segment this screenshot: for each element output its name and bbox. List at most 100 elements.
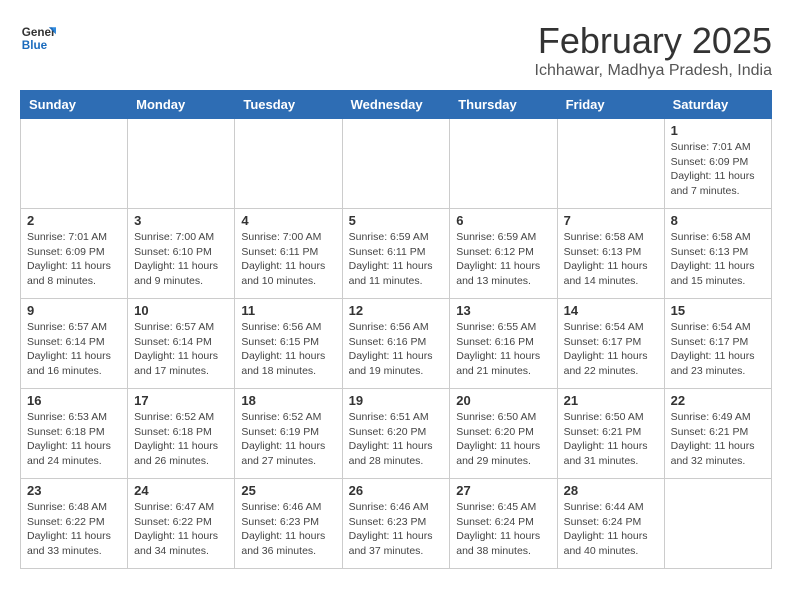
day-number: 25 <box>241 483 335 498</box>
day-info: Sunrise: 6:50 AMSunset: 6:21 PMDaylight:… <box>564 410 658 469</box>
day-info: Sunrise: 6:59 AMSunset: 6:11 PMDaylight:… <box>349 230 444 289</box>
calendar-cell: 26 Sunrise: 6:46 AMSunset: 6:23 PMDayligh… <box>342 479 450 569</box>
weekday-header-row: SundayMondayTuesdayWednesdayThursdayFrid… <box>21 91 772 119</box>
day-info: Sunrise: 6:52 AMSunset: 6:19 PMDaylight:… <box>241 410 335 469</box>
calendar-week-3: 9Sunrise: 6:57 AMSunset: 6:14 PMDaylight… <box>21 299 772 389</box>
calendar-cell: 6Sunrise: 6:59 AMSunset: 6:12 PMDaylight… <box>450 209 557 299</box>
calendar-cell: 5 Sunrise: 6:59 AMSunset: 6:11 PMDaylight… <box>342 209 450 299</box>
calendar-cell: 25 Sunrise: 6:46 AMSunset: 6:23 PMDayligh… <box>235 479 342 569</box>
calendar-cell: 23 Sunrise: 6:48 AMSunset: 6:22 PMDayligh… <box>21 479 128 569</box>
calendar-cell: 16Sunrise: 6:53 AMSunset: 6:18 PMDayligh… <box>21 389 128 479</box>
day-info: Sunrise: 6:57 AMSunset: 6:14 PMDaylight:… <box>27 320 121 379</box>
calendar-table: SundayMondayTuesdayWednesdayThursdayFrid… <box>20 90 772 569</box>
calendar-cell: 10Sunrise: 6:57 AMSunset: 6:14 PMDayligh… <box>128 299 235 389</box>
day-info: Sunrise: 6:52 AMSunset: 6:18 PMDaylight:… <box>134 410 228 469</box>
day-number: 18 <box>241 393 335 408</box>
calendar-cell <box>235 119 342 209</box>
calendar-week-1: 1Sunrise: 7:01 AMSunset: 6:09 PMDaylight… <box>21 119 772 209</box>
day-info: Sunrise: 7:00 AMSunset: 6:11 PMDaylight:… <box>241 230 335 289</box>
day-info: Sunrise: 6:48 AMSunset: 6:22 PMDaylight:… <box>27 500 121 559</box>
day-number: 4 <box>241 213 335 228</box>
day-number: 19 <box>349 393 444 408</box>
calendar-cell: 17 Sunrise: 6:52 AMSunset: 6:18 PMDayligh… <box>128 389 235 479</box>
day-info: Sunrise: 6:51 AMSunset: 6:20 PMDaylight:… <box>349 410 444 469</box>
calendar-cell: 1Sunrise: 7:01 AMSunset: 6:09 PMDaylight… <box>664 119 771 209</box>
day-info: Sunrise: 6:49 AMSunset: 6:21 PMDaylight:… <box>671 410 765 469</box>
day-number: 28 <box>564 483 658 498</box>
calendar-cell: 28 Sunrise: 6:44 AMSunset: 6:24 PMDayligh… <box>557 479 664 569</box>
day-number: 3 <box>134 213 228 228</box>
calendar-cell <box>342 119 450 209</box>
day-info: Sunrise: 6:56 AMSunset: 6:16 PMDaylight:… <box>349 320 444 379</box>
calendar-cell: 22 Sunrise: 6:49 AMSunset: 6:21 PMDayligh… <box>664 389 771 479</box>
calendar-cell: 11Sunrise: 6:56 AMSunset: 6:15 PMDayligh… <box>235 299 342 389</box>
weekday-header-monday: Monday <box>128 91 235 119</box>
day-number: 20 <box>456 393 550 408</box>
day-number: 23 <box>27 483 121 498</box>
day-info: Sunrise: 6:55 AMSunset: 6:16 PMDaylight:… <box>456 320 550 379</box>
title-section: February 2025 Ichhawar, Madhya Pradesh, … <box>535 20 772 80</box>
weekday-header-thursday: Thursday <box>450 91 557 119</box>
day-number: 17 <box>134 393 228 408</box>
calendar-week-4: 16Sunrise: 6:53 AMSunset: 6:18 PMDayligh… <box>21 389 772 479</box>
day-number: 27 <box>456 483 550 498</box>
day-info: Sunrise: 6:46 AMSunset: 6:23 PMDaylight:… <box>349 500 444 559</box>
day-number: 1 <box>671 123 765 138</box>
day-info: Sunrise: 6:44 AMSunset: 6:24 PMDaylight:… <box>564 500 658 559</box>
day-number: 15 <box>671 303 765 318</box>
day-number: 26 <box>349 483 444 498</box>
day-info: Sunrise: 6:58 AMSunset: 6:13 PMDaylight:… <box>564 230 658 289</box>
day-info: Sunrise: 7:01 AMSunset: 6:09 PMDaylight:… <box>27 230 121 289</box>
calendar-cell: 7 Sunrise: 6:58 AMSunset: 6:13 PMDaylight… <box>557 209 664 299</box>
day-info: Sunrise: 6:47 AMSunset: 6:22 PMDaylight:… <box>134 500 228 559</box>
day-number: 6 <box>456 213 550 228</box>
calendar-cell: 15 Sunrise: 6:54 AMSunset: 6:17 PMDayligh… <box>664 299 771 389</box>
day-info: Sunrise: 6:45 AMSunset: 6:24 PMDaylight:… <box>456 500 550 559</box>
day-info: Sunrise: 6:46 AMSunset: 6:23 PMDaylight:… <box>241 500 335 559</box>
page-header: General Blue February 2025 Ichhawar, Mad… <box>20 20 772 80</box>
calendar-cell: 4 Sunrise: 7:00 AMSunset: 6:11 PMDaylight… <box>235 209 342 299</box>
calendar-cell <box>21 119 128 209</box>
day-number: 11 <box>241 303 335 318</box>
calendar-cell: 20 Sunrise: 6:50 AMSunset: 6:20 PMDayligh… <box>450 389 557 479</box>
day-number: 16 <box>27 393 121 408</box>
calendar-week-5: 23 Sunrise: 6:48 AMSunset: 6:22 PMDayligh… <box>21 479 772 569</box>
weekday-header-tuesday: Tuesday <box>235 91 342 119</box>
day-number: 5 <box>349 213 444 228</box>
location: Ichhawar, Madhya Pradesh, India <box>535 62 772 80</box>
day-number: 8 <box>671 213 765 228</box>
weekday-header-saturday: Saturday <box>664 91 771 119</box>
calendar-cell: 14 Sunrise: 6:54 AMSunset: 6:17 PMDayligh… <box>557 299 664 389</box>
day-number: 21 <box>564 393 658 408</box>
calendar-cell <box>664 479 771 569</box>
calendar-cell <box>557 119 664 209</box>
day-info: Sunrise: 7:00 AMSunset: 6:10 PMDaylight:… <box>134 230 228 289</box>
calendar-cell: 19 Sunrise: 6:51 AMSunset: 6:20 PMDayligh… <box>342 389 450 479</box>
day-info: Sunrise: 6:58 AMSunset: 6:13 PMDaylight:… <box>671 230 765 289</box>
calendar-cell <box>128 119 235 209</box>
calendar-cell: 8 Sunrise: 6:58 AMSunset: 6:13 PMDaylight… <box>664 209 771 299</box>
day-number: 13 <box>456 303 550 318</box>
calendar-cell: 21 Sunrise: 6:50 AMSunset: 6:21 PMDayligh… <box>557 389 664 479</box>
calendar-cell: 12Sunrise: 6:56 AMSunset: 6:16 PMDayligh… <box>342 299 450 389</box>
calendar-cell: 9Sunrise: 6:57 AMSunset: 6:14 PMDaylight… <box>21 299 128 389</box>
day-number: 2 <box>27 213 121 228</box>
day-number: 22 <box>671 393 765 408</box>
day-info: Sunrise: 6:57 AMSunset: 6:14 PMDaylight:… <box>134 320 228 379</box>
weekday-header-friday: Friday <box>557 91 664 119</box>
day-number: 14 <box>564 303 658 318</box>
day-number: 7 <box>564 213 658 228</box>
day-info: Sunrise: 6:54 AMSunset: 6:17 PMDaylight:… <box>564 320 658 379</box>
calendar-cell: 27 Sunrise: 6:45 AMSunset: 6:24 PMDayligh… <box>450 479 557 569</box>
day-number: 24 <box>134 483 228 498</box>
weekday-header-sunday: Sunday <box>21 91 128 119</box>
calendar-cell <box>450 119 557 209</box>
day-info: Sunrise: 6:50 AMSunset: 6:20 PMDaylight:… <box>456 410 550 469</box>
calendar-cell: 2 Sunrise: 7:01 AMSunset: 6:09 PMDaylight… <box>21 209 128 299</box>
day-info: Sunrise: 6:54 AMSunset: 6:17 PMDaylight:… <box>671 320 765 379</box>
logo-icon: General Blue <box>20 20 56 56</box>
logo: General Blue <box>20 20 56 56</box>
month-title: February 2025 <box>535 20 772 62</box>
svg-text:Blue: Blue <box>22 39 48 52</box>
calendar-week-2: 2 Sunrise: 7:01 AMSunset: 6:09 PMDaylight… <box>21 209 772 299</box>
